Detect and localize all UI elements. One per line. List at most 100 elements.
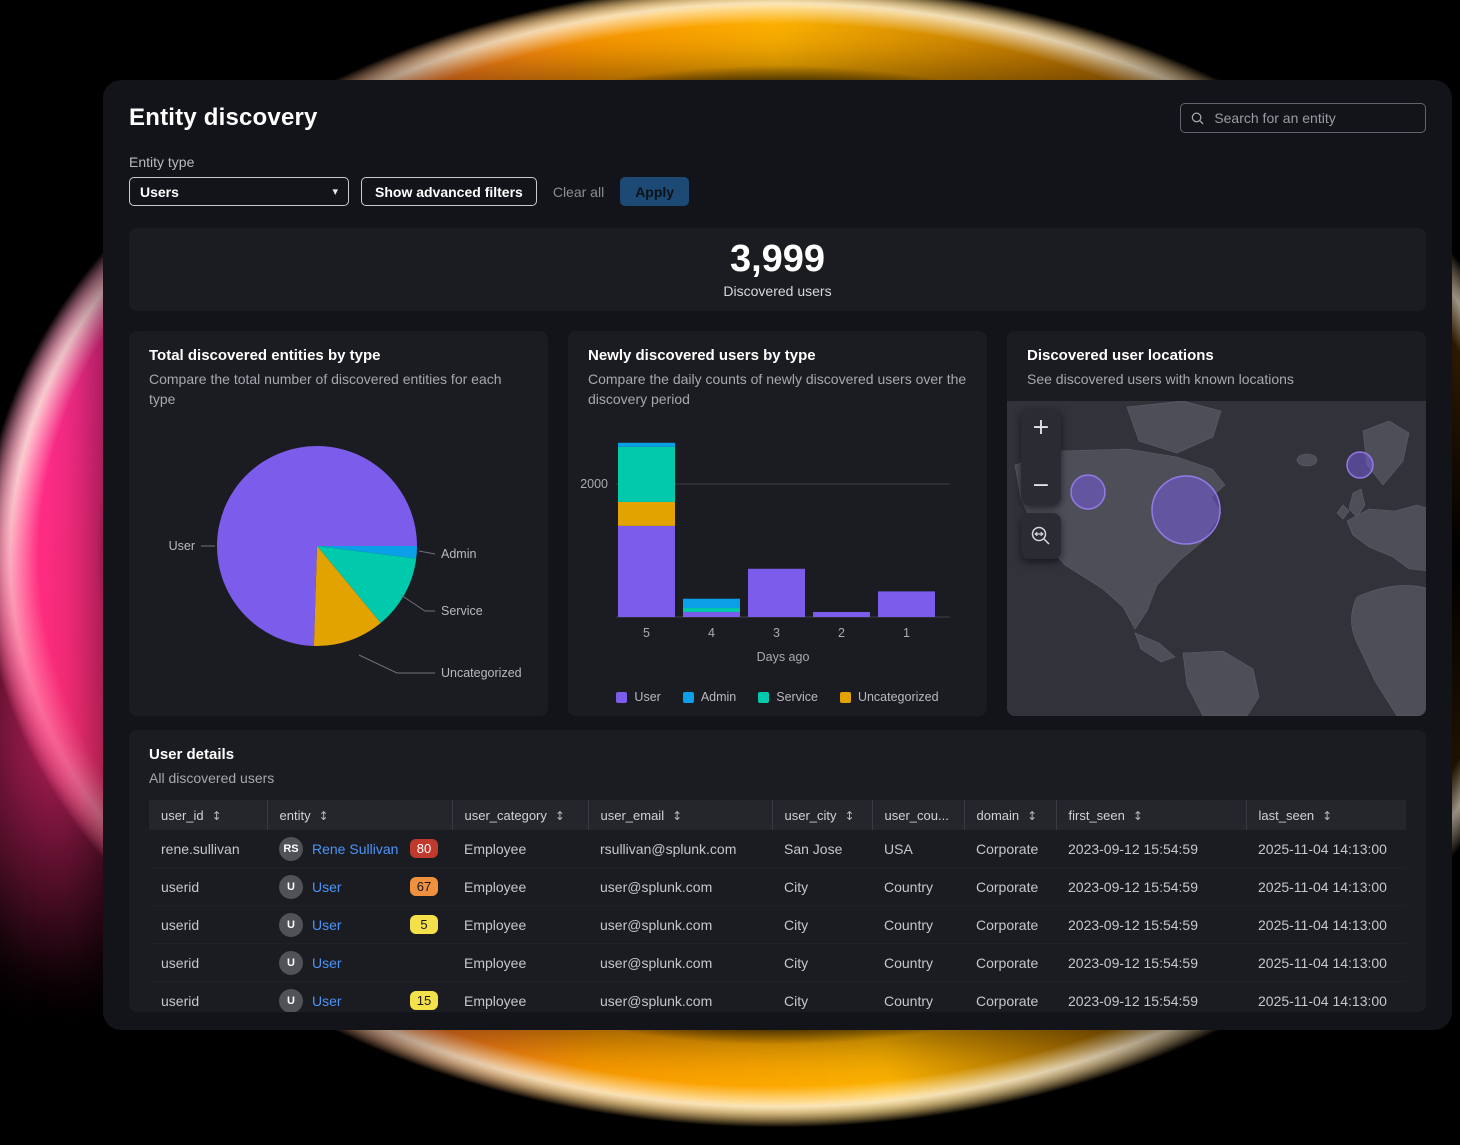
entity-link[interactable]: User (312, 917, 342, 933)
x-tick-3: 3 (773, 626, 780, 640)
legend-label: Service (776, 690, 818, 704)
cell-user_category: Employee (452, 906, 588, 944)
x-axis-label: Days ago (757, 650, 810, 664)
sort-icon[interactable]: ↕ (212, 809, 222, 823)
cell-user_country: Country (872, 906, 964, 944)
cell-user_city: City (772, 944, 872, 982)
stat-card: 3,999 Discovered users (129, 228, 1426, 311)
sort-icon[interactable]: ↕ (1133, 809, 1143, 823)
bar-user-day4[interactable] (683, 612, 740, 617)
cell-user_id: userid (149, 944, 267, 982)
magnifier-arrows-icon (1030, 525, 1052, 547)
cell-domain: Corporate (964, 906, 1056, 944)
bar-service-day4[interactable] (683, 608, 740, 612)
avatar: U (279, 989, 303, 1012)
cell-domain: Corporate (964, 944, 1056, 982)
avatar: U (279, 951, 303, 975)
bar-uncategorized-day5[interactable] (618, 502, 675, 526)
zoom-reset-button[interactable] (1021, 513, 1061, 559)
location-bubble[interactable] (1152, 476, 1220, 544)
cell-first_seen: 2023-09-12 15:54:59 (1056, 982, 1246, 1012)
chevron-down-icon: ▾ (332, 185, 338, 198)
column-header-first_seen[interactable]: first_seen↕ (1056, 800, 1246, 830)
sort-icon[interactable]: ↕ (1322, 809, 1332, 823)
cell-user_city: City (772, 982, 872, 1012)
pie-chart: User Admin Service Uncategorized (129, 427, 529, 707)
column-header-user_id[interactable]: user_id ↕ (149, 800, 267, 830)
cell-entity: RSRene Sullivan80 (267, 830, 452, 868)
cell-first_seen: 2023-09-12 15:54:59 (1056, 830, 1246, 868)
column-header-user_category[interactable]: user_category↕ (452, 800, 588, 830)
location-bubble[interactable] (1071, 475, 1105, 509)
clear-all-button[interactable]: Clear all (549, 184, 608, 200)
dashboard-panel: Entity discovery Entity type Users ▾ Sho… (103, 80, 1452, 1030)
sort-icon[interactable]: ↕ (1027, 809, 1037, 823)
bar-user-day1[interactable] (878, 591, 935, 617)
legend-item-uncategorized[interactable]: Uncategorized (840, 690, 939, 704)
column-label: user_city (785, 808, 837, 823)
table-row: useridUUser15Employeeuser@splunk.comCity… (149, 982, 1406, 1012)
entity-link[interactable]: User (312, 879, 342, 895)
entity-type-dropdown[interactable]: Users ▾ (129, 177, 349, 206)
column-header-domain[interactable]: domain↕ (964, 800, 1056, 830)
sort-icon[interactable]: ↕ (555, 809, 565, 823)
sort-icon[interactable]: ↕ (319, 809, 329, 823)
legend-item-user[interactable]: User (616, 690, 660, 704)
cell-user_id: userid (149, 982, 267, 1012)
cell-user_city: City (772, 906, 872, 944)
zoom-in-icon[interactable]: + (1032, 419, 1050, 437)
cell-first_seen: 2023-09-12 15:54:59 (1056, 944, 1246, 982)
pie-card-title: Total discovered entities by type (149, 347, 528, 364)
column-header-user_city[interactable]: user_city ↕ (772, 800, 872, 830)
column-header-user_country[interactable]: user_cou... (872, 800, 964, 830)
zoom-out-icon[interactable]: − (1032, 477, 1050, 495)
bar-service-day5[interactable] (618, 447, 675, 502)
bar-user-day5[interactable] (618, 526, 675, 617)
page-title: Entity discovery (129, 104, 318, 132)
column-label: user_id (161, 808, 204, 823)
cell-first_seen: 2023-09-12 15:54:59 (1056, 906, 1246, 944)
table-body: rene.sullivanRSRene Sullivan80Employeers… (149, 830, 1406, 1012)
legend-label: Admin (701, 690, 736, 704)
stat-label: Discovered users (723, 283, 831, 299)
map-svg (1007, 401, 1426, 716)
charts-row: Total discovered entities by type Compar… (129, 331, 1426, 716)
sort-icon[interactable]: ↕ (672, 809, 682, 823)
bar-user-day3[interactable] (748, 569, 805, 617)
cell-first_seen: 2023-09-12 15:54:59 (1056, 868, 1246, 906)
apply-button[interactable]: Apply (620, 177, 689, 206)
pie-label-user: User (169, 539, 195, 553)
stat-value: 3,999 (730, 240, 825, 280)
entity-search-box[interactable] (1180, 103, 1426, 133)
x-tick-5: 5 (643, 626, 650, 640)
location-bubble[interactable] (1347, 452, 1373, 478)
avatar: U (279, 913, 303, 937)
x-tick-2: 2 (838, 626, 845, 640)
dropdown-value: Users (140, 184, 179, 200)
column-header-entity[interactable]: entity↕ (267, 800, 452, 830)
table-row: useridUUserEmployeeuser@splunk.comCityCo… (149, 944, 1406, 982)
entity-link[interactable]: User (312, 993, 342, 1009)
cell-user_email: user@splunk.com (588, 906, 772, 944)
entity-type-label: Entity type (129, 154, 1426, 170)
world-map[interactable]: + − (1007, 401, 1426, 716)
user-details-table: user_id↕entity↕user_category↕user_email↕… (149, 800, 1406, 1012)
cell-user_country: USA (872, 830, 964, 868)
entity-link[interactable]: User (312, 955, 342, 971)
legend-item-service[interactable]: Service (758, 690, 818, 704)
cell-last_seen: 2025-11-04 14:13:00 (1246, 868, 1406, 906)
column-header-user_email[interactable]: user_email ↕ (588, 800, 772, 830)
entity-link[interactable]: Rene Sullivan (312, 841, 398, 857)
column-label: user_email (601, 808, 665, 823)
bar-admin-day4[interactable] (683, 599, 740, 608)
bar-admin-day5[interactable] (618, 443, 675, 447)
cell-user_country: Country (872, 982, 964, 1012)
legend-item-admin[interactable]: Admin (683, 690, 736, 704)
search-input[interactable] (1212, 109, 1415, 127)
legend-swatch (683, 692, 694, 703)
bar-user-day2[interactable] (813, 612, 870, 617)
advanced-filters-button[interactable]: Show advanced filters (361, 177, 537, 206)
sort-icon[interactable]: ↕ (845, 809, 855, 823)
column-header-last_seen[interactable]: last_seen↕ (1246, 800, 1406, 830)
pie-card: Total discovered entities by type Compar… (129, 331, 548, 716)
